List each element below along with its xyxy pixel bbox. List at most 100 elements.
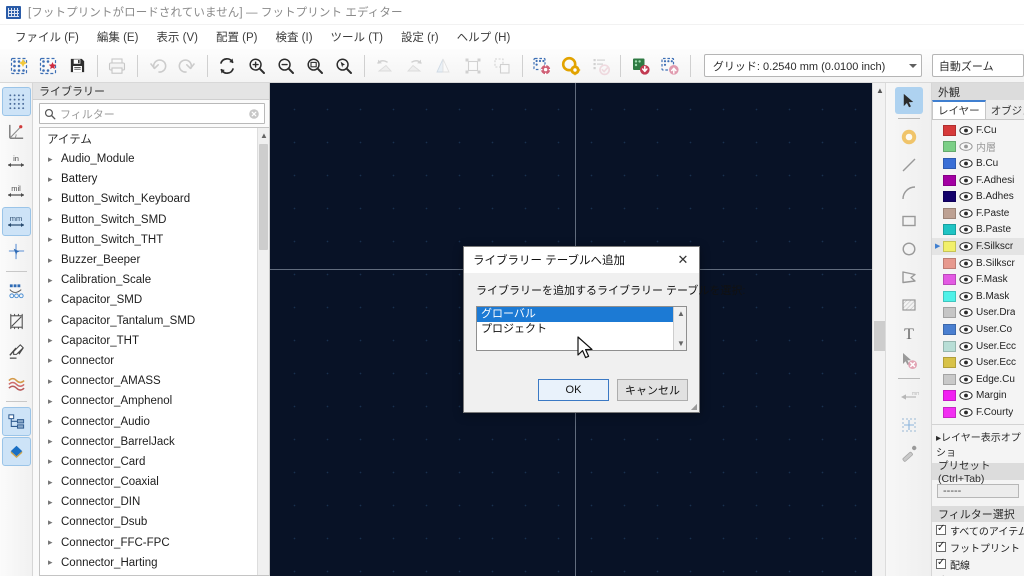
layer-row[interactable]: B.Mask	[932, 288, 1024, 305]
library-tree-item[interactable]: ▸ Connector_Harting	[40, 553, 269, 573]
units-mils-icon[interactable]: mil	[2, 177, 31, 206]
add-pad-icon[interactable]	[895, 123, 923, 150]
library-tree-item[interactable]: ▸ Connector_FFC-FPC	[40, 533, 269, 553]
toggle-library-tree-icon[interactable]	[1, 407, 31, 436]
chevron-right-icon[interactable]: ▸	[48, 174, 61, 185]
layer-color-swatch[interactable]	[943, 307, 956, 319]
pad-settings-icon[interactable]	[558, 52, 585, 80]
layer-row[interactable]: F.Mask	[932, 271, 1024, 288]
layer-row[interactable]: Margin	[932, 388, 1024, 405]
library-tree-item[interactable]: ▸ Connector_Amphenol	[40, 391, 269, 411]
footprint-editor-icon[interactable]	[529, 52, 556, 80]
layer-row[interactable]: User.Co	[932, 321, 1024, 338]
menu-item-tools[interactable]: ツール (T)	[322, 27, 392, 47]
chevron-right-icon[interactable]: ▸	[48, 214, 61, 225]
eye-icon[interactable]	[959, 291, 973, 302]
layer-row[interactable]: ▶ F.Silkscr	[932, 238, 1024, 255]
set-anchor-icon[interactable]	[895, 439, 923, 466]
new-footprint-icon[interactable]	[5, 52, 32, 80]
layer-color-swatch[interactable]	[943, 240, 956, 252]
library-tree-item[interactable]: ▸ Connector_AMASS	[40, 371, 269, 391]
select-tool-icon[interactable]	[894, 87, 923, 114]
grid-select[interactable]: グリッド: 0.2540 mm (0.0100 inch)	[703, 54, 922, 77]
layer-color-swatch[interactable]	[943, 357, 956, 369]
add-zone-icon[interactable]	[895, 291, 923, 318]
zoom-selection-icon[interactable]	[331, 52, 358, 80]
show-pad-numbers-icon[interactable]	[2, 367, 31, 396]
layer-color-swatch[interactable]	[943, 207, 956, 219]
print-icon[interactable]	[104, 52, 131, 80]
library-filter-input[interactable]: フィルター	[56, 106, 248, 122]
chevron-right-icon[interactable]: ▸	[48, 497, 61, 508]
cancel-button[interactable]: キャンセル	[617, 379, 688, 401]
library-tree-item[interactable]: ▸ Capacitor_THT	[40, 331, 269, 351]
chevron-right-icon[interactable]: ▸	[48, 416, 61, 427]
chevron-right-icon[interactable]: ▸	[48, 315, 61, 326]
draw-polygon-icon[interactable]	[895, 263, 923, 290]
checkbox-all-items[interactable]	[936, 523, 946, 536]
library-tree-item[interactable]: ▸ Button_Switch_Keyboard	[40, 189, 269, 209]
draw-circle-icon[interactable]	[895, 235, 923, 262]
scroll-up-icon[interactable]: ▲	[677, 309, 685, 318]
checkbox-footprints[interactable]	[936, 540, 946, 553]
draw-line-icon[interactable]	[895, 151, 923, 178]
eye-icon[interactable]	[959, 125, 973, 136]
toggle-polar-coords-icon[interactable]	[2, 117, 31, 146]
zoom-in-icon[interactable]	[243, 52, 270, 80]
layer-color-swatch[interactable]	[943, 191, 956, 203]
eye-icon[interactable]	[959, 324, 973, 335]
layer-row[interactable]: F.Cu	[932, 122, 1024, 139]
load-footprint-from-board-icon[interactable]	[627, 52, 654, 80]
eye-icon[interactable]	[959, 407, 973, 418]
menu-item-file[interactable]: ファイル (F)	[6, 27, 88, 47]
layer-row[interactable]: B.Paste	[932, 222, 1024, 239]
layer-row[interactable]: 内層	[932, 139, 1024, 156]
menu-item-edit[interactable]: 編集 (E)	[88, 27, 148, 47]
check-footprint-icon[interactable]	[587, 52, 614, 80]
layer-color-swatch[interactable]	[943, 406, 956, 418]
save-icon[interactable]	[64, 52, 91, 80]
show-footprint-text-sketch-icon[interactable]	[2, 307, 31, 336]
library-tree-item[interactable]: ▸ Connector_BarrelJack	[40, 432, 269, 452]
full-crosshair-icon[interactable]	[2, 237, 31, 266]
library-tree-item[interactable]: ▸ Audio_Module	[40, 149, 269, 169]
layer-color-swatch[interactable]	[943, 390, 956, 402]
new-footprint-from-wizard-icon[interactable]	[34, 52, 61, 80]
scrollbar-thumb[interactable]	[259, 144, 268, 250]
menu-item-view[interactable]: 表示 (V)	[147, 27, 207, 47]
resize-grip-icon[interactable]: ◢	[691, 402, 697, 411]
chevron-right-icon[interactable]: ▸	[48, 194, 61, 205]
canvas-scrollbar[interactable]: ▲	[872, 83, 886, 576]
library-tree-item[interactable]: ▸ Calibration_Scale	[40, 270, 269, 290]
eye-icon[interactable]	[959, 191, 973, 202]
library-tree-item[interactable]: ▸ Battery	[40, 169, 269, 189]
zoom-out-icon[interactable]	[272, 52, 299, 80]
chevron-right-icon[interactable]: ▸	[48, 275, 61, 286]
library-tree-item[interactable]: ▸ Buzzer_Beeper	[40, 250, 269, 270]
insert-footprint-to-board-icon[interactable]	[657, 52, 684, 80]
show-graphics-outline-icon[interactable]	[2, 337, 31, 366]
rotate-ccw-icon[interactable]	[371, 52, 398, 80]
rotate-cw-icon[interactable]	[400, 52, 427, 80]
chevron-right-icon[interactable]: ▸	[48, 456, 61, 467]
toggle-grid-icon[interactable]	[1, 87, 31, 116]
chevron-right-icon[interactable]: ▸	[48, 477, 61, 488]
tab-layers[interactable]: レイヤー	[932, 100, 986, 119]
library-tree-item[interactable]: ▸ Connector_Card	[40, 452, 269, 472]
layer-color-swatch[interactable]	[943, 174, 956, 186]
chevron-right-icon[interactable]: ▸	[48, 436, 61, 447]
library-tree-item[interactable]: ▸ Connector_Audio	[40, 411, 269, 431]
delete-tool-icon[interactable]	[895, 347, 923, 374]
eye-icon[interactable]	[959, 341, 973, 352]
library-table-listbox[interactable]: グローバル プロジェクト ▲ ▼	[476, 306, 687, 351]
layer-row[interactable]: Edge.Cu	[932, 371, 1024, 388]
filter-checkbox-row[interactable]: すべてのアイテム	[932, 522, 1024, 539]
set-grid-origin-icon[interactable]	[895, 411, 923, 438]
layer-color-swatch[interactable]	[943, 157, 956, 169]
chevron-right-icon[interactable]: ▸	[48, 234, 61, 245]
zoom-select[interactable]: 自動ズーム	[931, 54, 1024, 77]
chevron-right-icon[interactable]: ▸	[48, 154, 61, 165]
measure-tool-icon[interactable]: mm	[895, 383, 923, 410]
listbox-scrollbar[interactable]: ▲ ▼	[673, 307, 686, 350]
chevron-right-icon[interactable]: ▸	[48, 517, 61, 528]
